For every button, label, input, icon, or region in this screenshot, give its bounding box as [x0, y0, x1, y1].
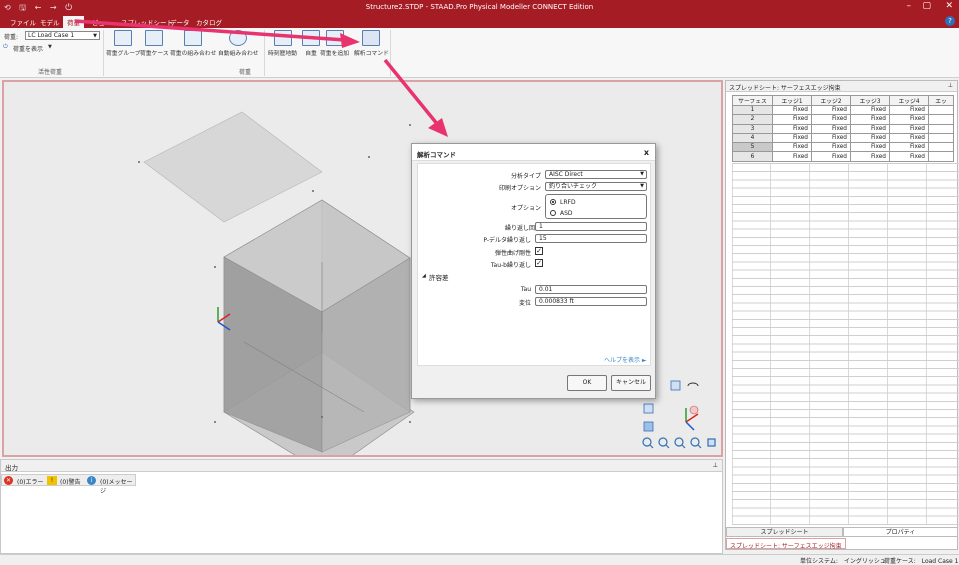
- taub-label: Tau-b繰り返し: [490, 262, 531, 269]
- flexural-stiffness-label: 弾性曲げ剛性: [494, 250, 531, 257]
- asd-label: ASD: [560, 210, 573, 217]
- empty-grid-rows[interactable]: [732, 163, 959, 525]
- displacement-label: 変位: [518, 300, 531, 307]
- col-edge4[interactable]: エッジ4: [889, 95, 929, 106]
- pin-icon[interactable]: ⊥: [948, 82, 953, 89]
- tau-input[interactable]: 0.01: [535, 285, 647, 294]
- output-header: 出力 ⊥: [1, 460, 722, 472]
- displacement-input[interactable]: 0.000833 ft: [535, 297, 647, 306]
- iteration-count-input[interactable]: 1: [535, 222, 647, 231]
- messages-filter[interactable]: (0)メッセージ: [100, 477, 135, 495]
- spreadsheet-header: スプレッドシート: サーフェスエッジ拘束 ⊥: [726, 81, 957, 92]
- dialog-title: 解析コマンド: [417, 151, 456, 159]
- print-option-label: 印刷オプション: [498, 185, 541, 192]
- tab-surface-edge-constraint[interactable]: スプレッドシート: サーフェスエッジ拘束: [726, 538, 846, 550]
- pin-icon[interactable]: ⊥: [712, 461, 718, 469]
- analysis-command-dialog: 解析コマンド x 分析タイプ AISC Direct ▼ 印刷オプション 釣り合い…: [411, 143, 656, 399]
- warning-icon: !: [47, 476, 57, 485]
- print-option-select[interactable]: 釣り合いチェック ▼: [545, 182, 647, 191]
- col-surface[interactable]: サーフェス: [732, 95, 773, 106]
- dialog-close-button[interactable]: x: [644, 148, 649, 157]
- col-edge1[interactable]: エッジ1: [772, 95, 812, 106]
- help-link[interactable]: ヘルプを表示 ►: [604, 355, 647, 364]
- tolerance-section-label: 許容差: [429, 274, 449, 282]
- spreadsheet-title: スプレッドシート: サーフェスエッジ拘束: [729, 85, 841, 92]
- surface-edge-table: サーフェス エッジ1 エッジ2 エッジ3 エッジ4 エッ 1 Fixed Fixed…: [732, 95, 954, 162]
- option-label: オプション: [510, 205, 541, 212]
- spreadsheet-panel: スプレッドシート: サーフェスエッジ拘束 ⊥ サーフェス エッジ1 エッジ2 エ…: [725, 80, 959, 550]
- analysis-type-label: 分析タイプ: [510, 173, 541, 180]
- error-icon: ✕: [4, 476, 13, 485]
- output-title: 出力: [5, 464, 18, 472]
- tau-label: Tau: [520, 286, 531, 293]
- col-edge2[interactable]: エッジ2: [811, 95, 851, 106]
- col-edge5[interactable]: エッ: [928, 95, 954, 106]
- table-row[interactable]: 2 Fixed Fixed Fixed Fixed: [732, 114, 954, 125]
- ok-button[interactable]: OK: [567, 375, 607, 391]
- option-group: LRFD ASD: [545, 194, 647, 219]
- iteration-count-label: 繰り返し回数: [504, 225, 541, 232]
- output-filter-tabs: ✕ (0)エラー ! (0)警告 i (0)メッセージ: [1, 474, 136, 495]
- errors-filter[interactable]: (0)エラー: [17, 477, 44, 486]
- output-panel: 出力 ⊥ ✕ (0)エラー ! (0)警告 i (0)メッセージ: [0, 459, 723, 554]
- collapse-icon[interactable]: ◢: [422, 273, 426, 279]
- status-bar: 単位システム: イングリッシュ 荷重ケース: Load Case 1: [0, 554, 959, 565]
- dialog-body: 分析タイプ AISC Direct ▼ 印刷オプション 釣り合いチェック ▼ オプシ…: [417, 163, 651, 366]
- dialog-header: 解析コマンド x: [412, 144, 655, 161]
- table-row[interactable]: 1 Fixed Fixed Fixed Fixed: [732, 104, 954, 116]
- taub-checkbox[interactable]: ✓: [535, 259, 543, 267]
- table-row[interactable]: 3 Fixed Fixed Fixed Fixed: [732, 123, 954, 134]
- table-header-row: サーフェス エッジ1 エッジ2 エッジ3 エッジ4 エッ: [732, 95, 954, 106]
- cancel-button[interactable]: キャンセル: [611, 375, 651, 391]
- asd-radio[interactable]: [550, 210, 556, 216]
- tab-spreadsheet[interactable]: スプレッドシート: [726, 527, 843, 537]
- table-row[interactable]: 5 Fixed Fixed Fixed Fixed: [732, 142, 954, 153]
- lrfd-radio[interactable]: [550, 199, 556, 205]
- warnings-filter[interactable]: (0)警告: [60, 477, 81, 486]
- pdelta-input[interactable]: 15: [535, 234, 647, 243]
- flexural-stiffness-checkbox[interactable]: ✓: [535, 247, 543, 255]
- table-row[interactable]: 4 Fixed Fixed Fixed Fixed: [732, 132, 954, 144]
- tab-properties[interactable]: プロパティ: [843, 527, 958, 537]
- col-edge3[interactable]: エッジ3: [850, 95, 890, 106]
- analysis-type-select[interactable]: AISC Direct ▼: [545, 170, 647, 179]
- lrfd-label: LRFD: [560, 199, 576, 206]
- table-row[interactable]: 6 Fixed Fixed Fixed Fixed: [732, 151, 954, 162]
- pdelta-label: P-デルタ繰り返し: [483, 237, 531, 244]
- info-icon: i: [87, 476, 96, 485]
